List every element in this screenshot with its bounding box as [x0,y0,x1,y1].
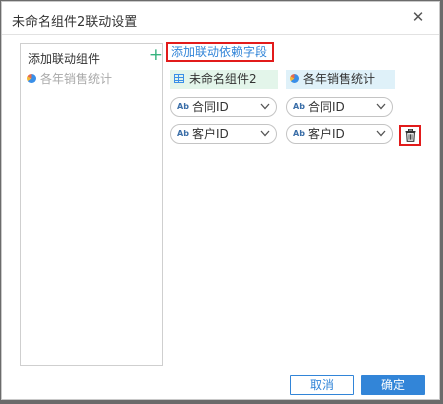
column-header-source-label: 未命名组件2 [189,72,257,86]
target-field-select[interactable]: Ab 客户ID [286,124,393,144]
text-type-icon: Ab [177,102,189,111]
linked-components-title: 添加联动组件 [28,52,101,66]
pie-chart-icon [27,74,36,83]
source-field-value: 合同ID [192,100,229,114]
table-icon [174,74,184,83]
confirm-button[interactable]: 确定 [361,375,425,395]
dialog-title-bar: 未命名组件2联动设置 ✕ [2,2,439,35]
column-header-source: 未命名组件2 [170,70,278,89]
linked-component-label: 各年销售统计 [40,72,113,86]
trash-icon [405,129,416,142]
source-field-value: 客户ID [192,127,229,141]
chevron-down-icon [376,103,386,110]
linked-component-item[interactable]: 各年销售统计 [27,70,112,86]
column-header-target: 各年销售统计 [286,70,395,89]
source-field-select[interactable]: Ab 客户ID [170,124,277,144]
chevron-down-icon [260,130,270,137]
column-header-target-label: 各年销售统计 [303,72,376,86]
source-field-select[interactable]: Ab 合同ID [170,97,277,117]
target-field-select[interactable]: Ab 合同ID [286,97,393,117]
delete-row-button[interactable] [399,125,421,146]
add-component-icon[interactable]: + [149,45,163,65]
dialog-footer: 取消 确定 [2,371,439,399]
linked-components-header: 添加联动组件 + [28,45,163,67]
text-type-icon: Ab [293,102,305,111]
close-icon[interactable]: ✕ [409,8,427,26]
cancel-button[interactable]: 取消 [290,375,354,395]
text-type-icon: Ab [177,129,189,138]
linkage-settings-dialog: 未命名组件2联动设置 ✕ 添加联动组件 + 各年销售统计 添加联动依赖字段 未命… [1,1,440,400]
pie-chart-icon [290,74,299,83]
add-dependency-field-link[interactable]: 添加联动依赖字段 [166,42,274,62]
linked-components-panel: 添加联动组件 + 各年销售统计 [20,43,163,366]
dialog-title: 未命名组件2联动设置 [12,15,138,30]
text-type-icon: Ab [293,129,305,138]
chevron-down-icon [260,103,270,110]
target-field-value: 客户ID [308,127,345,141]
chevron-down-icon [376,130,386,137]
target-field-value: 合同ID [308,100,345,114]
